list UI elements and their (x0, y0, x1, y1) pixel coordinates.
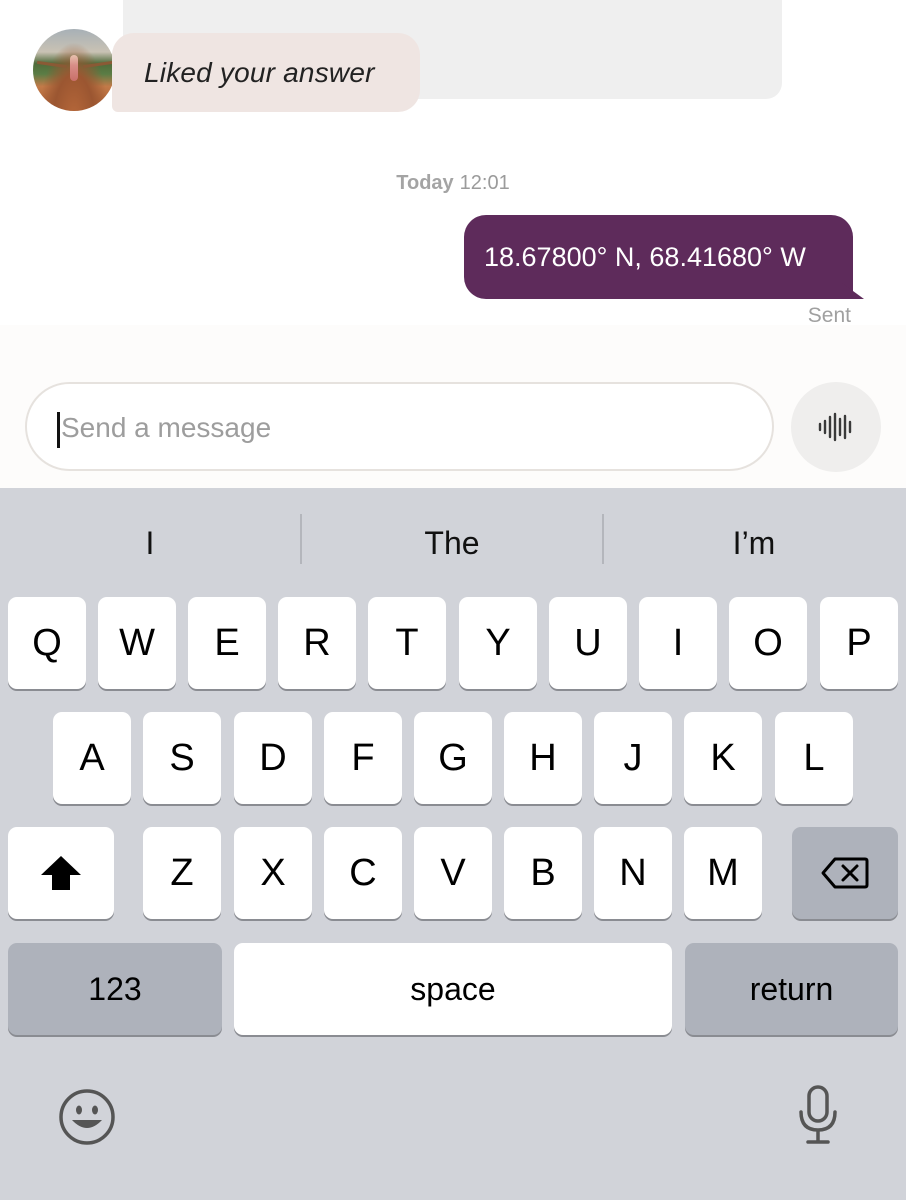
key-j[interactable]: J (594, 712, 672, 804)
key-u[interactable]: U (549, 597, 627, 689)
dictation-button[interactable] (795, 1082, 841, 1148)
emoji-icon (59, 1089, 115, 1145)
message-composer: Send a message (0, 325, 906, 488)
key-g[interactable]: G (414, 712, 492, 804)
key-f[interactable]: F (324, 712, 402, 804)
avatar-photo-person (70, 55, 78, 81)
key-o[interactable]: O (729, 597, 807, 689)
suggestion-2[interactable]: The (302, 518, 602, 568)
key-l[interactable]: L (775, 712, 853, 804)
microphone-icon (799, 1085, 837, 1144)
avatar[interactable] (33, 29, 115, 111)
timestamp-day: Today (396, 172, 454, 194)
key-i[interactable]: I (639, 597, 717, 689)
backspace-icon (821, 857, 869, 889)
avatar-photo-detail (36, 60, 68, 69)
keyboard: I The I’m Q W E R T Y U I O P A S D F G … (0, 488, 906, 1200)
return-key[interactable]: return (685, 943, 898, 1035)
liked-answer-bubble[interactable]: Liked your answer (112, 33, 420, 112)
key-n[interactable]: N (594, 827, 672, 919)
timestamp-time: 12:01 (459, 172, 510, 194)
message-input[interactable]: Send a message (25, 382, 774, 471)
key-s[interactable]: S (143, 712, 221, 804)
chat-thread: Liked your answer Today 12:01 18.67800° N… (0, 0, 906, 327)
sent-message-text: 18.67800° N, 68.41680° W (484, 241, 806, 272)
suggestion-1[interactable]: I (0, 518, 300, 568)
key-t[interactable]: T (368, 597, 446, 689)
key-d[interactable]: D (234, 712, 312, 804)
key-w[interactable]: W (98, 597, 176, 689)
key-x[interactable]: X (234, 827, 312, 919)
key-y[interactable]: Y (459, 597, 537, 689)
avatar-photo-detail (82, 60, 114, 69)
voice-message-button[interactable] (791, 382, 881, 472)
key-m[interactable]: M (684, 827, 762, 919)
sent-message-bubble[interactable]: 18.67800° N, 68.41680° W (464, 215, 853, 299)
key-c[interactable]: C (324, 827, 402, 919)
space-key[interactable]: space (234, 943, 672, 1035)
waveform-icon (818, 412, 852, 442)
sent-bubble-tail (842, 283, 864, 299)
key-z[interactable]: Z (143, 827, 221, 919)
shift-icon (41, 856, 81, 890)
liked-answer-text: Liked your answer (144, 56, 375, 88)
message-placeholder: Send a message (61, 412, 272, 443)
key-h[interactable]: H (504, 712, 582, 804)
message-timestamp: Today 12:01 (0, 172, 906, 195)
text-caret (57, 412, 60, 448)
numbers-key[interactable]: 123 (8, 943, 222, 1035)
key-e[interactable]: E (188, 597, 266, 689)
suggestion-3[interactable]: I’m (604, 518, 904, 568)
emoji-button[interactable] (57, 1087, 117, 1147)
key-r[interactable]: R (278, 597, 356, 689)
key-q[interactable]: Q (8, 597, 86, 689)
key-p[interactable]: P (820, 597, 898, 689)
shift-key[interactable] (8, 827, 114, 919)
backspace-key[interactable] (792, 827, 898, 919)
key-v[interactable]: V (414, 827, 492, 919)
key-b[interactable]: B (504, 827, 582, 919)
key-a[interactable]: A (53, 712, 131, 804)
key-k[interactable]: K (684, 712, 762, 804)
